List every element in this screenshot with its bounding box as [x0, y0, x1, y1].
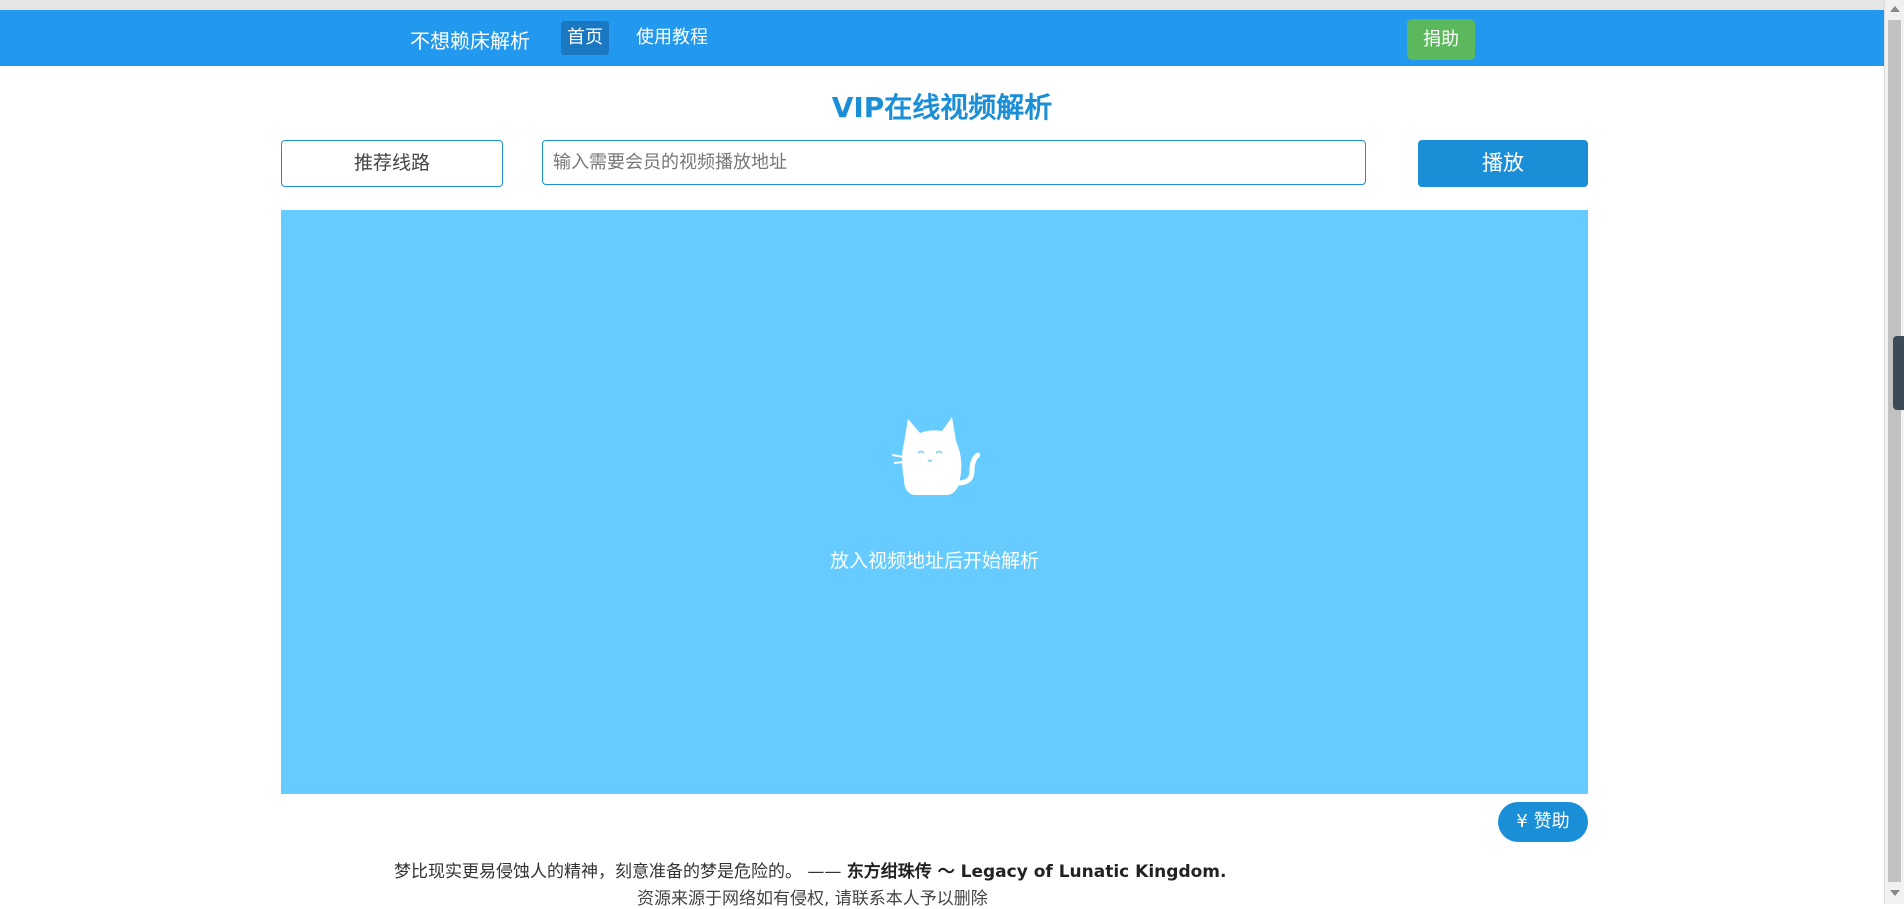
footer-quote: 梦比现实更易侵蚀人的精神，刻意准备的梦是危险的。 —— 东方绀珠传 ～ Lega…	[394, 857, 1226, 882]
site-brand[interactable]: 不想赖床解析	[410, 25, 530, 54]
route-select-button[interactable]: 推荐线路	[281, 140, 503, 187]
player-hint: 放入视频地址后开始解析	[829, 550, 1039, 572]
scroll-thumb[interactable]	[1888, 20, 1901, 882]
donate-button[interactable]: 捐助	[1407, 19, 1475, 60]
video-player[interactable]: 放入视频地址后开始解析	[281, 210, 1588, 794]
top-navbar: 不想赖床解析 首页 使用教程 捐助	[0, 10, 1884, 66]
nav-tutorial[interactable]: 使用教程	[630, 21, 714, 55]
scroll-up-arrow-icon[interactable]	[1890, 6, 1900, 12]
quote-text: 梦比现实更易侵蚀人的精神，刻意准备的梦是危险的。 ——	[394, 862, 847, 882]
nav-home[interactable]: 首页	[561, 21, 609, 55]
page-title: VIP在线视频解析	[831, 91, 1053, 124]
video-url-input[interactable]	[542, 140, 1366, 185]
browser-top-edge	[0, 0, 1904, 10]
footer-disclaimer: 资源来源于网络如有侵权, 请联系本人予以删除	[637, 889, 988, 909]
quote-source: 东方绀珠传 ～ Legacy of Lunatic Kingdom.	[846, 862, 1227, 882]
cat-icon	[891, 417, 980, 495]
side-panel-handle[interactable]	[1893, 336, 1904, 410]
scroll-down-arrow-icon[interactable]	[1890, 890, 1900, 896]
play-button[interactable]: 播放	[1418, 140, 1588, 187]
sponsor-button[interactable]: ¥ 赞助	[1498, 802, 1588, 842]
page-scrollbar[interactable]	[1884, 0, 1904, 904]
